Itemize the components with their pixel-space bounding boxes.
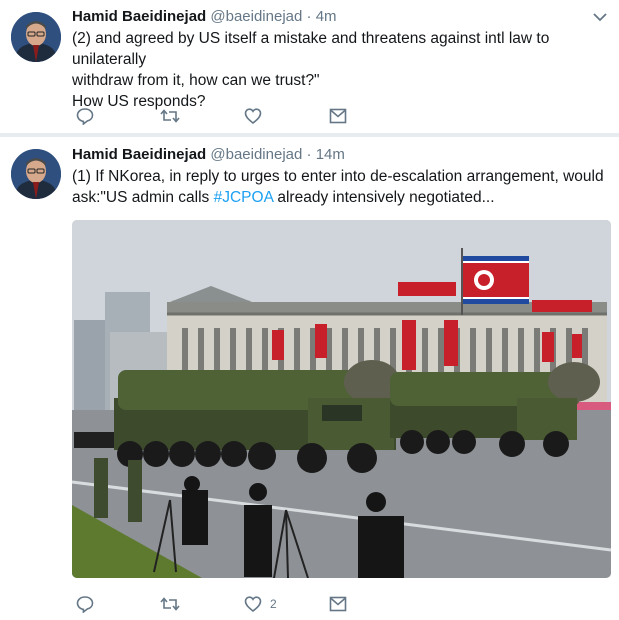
tweet-text: (1) If NKorea, in reply to urges to ente… <box>72 166 612 208</box>
tweet-text-segment: already intensively negotiated... <box>273 189 495 206</box>
retweet-icon <box>160 597 180 611</box>
author-name[interactable]: Hamid Baeidinejad <box>72 146 206 163</box>
tweet-actions <box>72 106 372 128</box>
retweet-icon <box>160 109 180 123</box>
author-handle[interactable]: @baeidinejad <box>210 146 302 163</box>
like-button[interactable] <box>244 106 268 126</box>
reply-button[interactable] <box>76 106 94 126</box>
avatar[interactable] <box>11 12 61 62</box>
reply-icon <box>76 596 94 613</box>
tweet-1[interactable]: Hamid Baeidinejad @baeidinejad · 4m (2) … <box>0 0 619 133</box>
timestamp[interactable]: 14m <box>316 146 345 163</box>
chevron-down-icon[interactable] <box>593 12 607 22</box>
tweet-photo[interactable] <box>72 220 611 578</box>
direct-message-button[interactable] <box>329 594 347 614</box>
avatar[interactable] <box>11 149 61 199</box>
tweet-text-line: withdraw from it, how can we trust?" <box>72 72 320 89</box>
tweet-text-line: (1) If NKorea, in reply to urges to ente… <box>72 168 604 185</box>
message-icon <box>329 596 347 612</box>
separator: · <box>306 8 312 25</box>
reply-icon <box>76 108 94 125</box>
reply-button[interactable] <box>76 594 94 614</box>
hashtag-link[interactable]: #JCPOA <box>214 189 273 206</box>
tweet-header: Hamid Baeidinejad @baeidinejad · 14m <box>72 146 345 163</box>
author-name[interactable]: Hamid Baeidinejad <box>72 8 206 25</box>
separator: · <box>306 146 312 163</box>
tweet-2[interactable]: Hamid Baeidinejad @baeidinejad · 14m (1)… <box>0 137 619 620</box>
timestamp[interactable]: 4m <box>316 8 337 25</box>
author-handle[interactable]: @baeidinejad <box>210 8 302 25</box>
tweet-text-line: (2) and agreed by US itself a mistake an… <box>72 30 550 68</box>
retweet-button[interactable] <box>160 106 180 126</box>
tweet-header: Hamid Baeidinejad @baeidinejad · 4m <box>72 8 337 25</box>
direct-message-button[interactable] <box>329 106 347 126</box>
tweet-actions: 2 <box>72 594 372 616</box>
like-icon <box>244 596 262 613</box>
tweet-text-segment: ask:"US admin calls <box>72 189 214 206</box>
tweet-text-line: ask:"US admin calls #JCPOA already inten… <box>72 187 612 208</box>
like-count: 2 <box>270 597 277 611</box>
like-icon <box>244 108 262 125</box>
like-button[interactable]: 2 <box>244 594 277 614</box>
message-icon <box>329 108 347 124</box>
retweet-button[interactable] <box>160 594 180 614</box>
tweet-text: (2) and agreed by US itself a mistake an… <box>72 28 612 112</box>
